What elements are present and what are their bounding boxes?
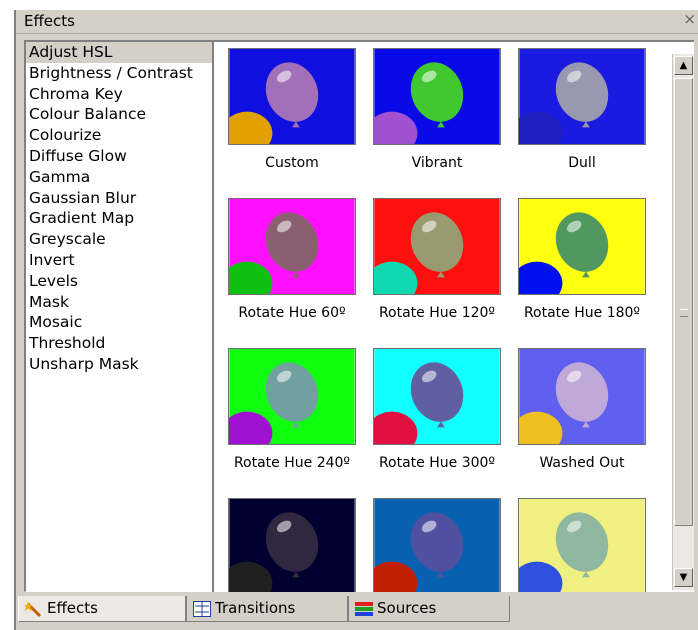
tab-effects-label: Effects <box>47 599 98 617</box>
effect-item[interactable]: Greyscale <box>26 229 213 250</box>
balloon-thumbnail-icon <box>518 48 646 145</box>
effects-list[interactable]: Adjust HSL Brightness / Contrast Chroma Ke… <box>24 40 214 592</box>
effect-item[interactable]: Mosaic <box>26 312 213 333</box>
preset-tile[interactable]: Rotate Hue 180º <box>512 198 652 321</box>
balloon-thumbnail-icon <box>518 198 646 295</box>
effect-item[interactable]: Adjust HSL <box>26 42 213 63</box>
balloon-thumbnail-icon <box>228 498 356 592</box>
preset-label: Vibrant <box>411 155 463 171</box>
balloon-thumbnail-icon <box>518 498 646 592</box>
effect-item[interactable]: Levels <box>26 271 213 292</box>
preset-label: Rotate Hue 120º <box>378 305 496 321</box>
effect-item[interactable]: Gamma <box>26 167 213 188</box>
effects-panel: Effects × Adjust HSL Brightness / Contras… <box>14 10 698 630</box>
effect-item[interactable]: Colour Balance <box>26 104 213 125</box>
balloon-thumbnail-icon <box>518 348 646 445</box>
transitions-icon <box>193 600 211 617</box>
balloon-thumbnail-icon <box>228 348 356 445</box>
balloon-thumbnail-icon <box>373 198 501 295</box>
tab-bar: Effects Transitions Sources <box>16 596 698 630</box>
scroll-down-icon[interactable]: ▼ <box>674 568 693 587</box>
balloon-thumbnail-icon <box>228 48 356 145</box>
effect-item[interactable]: Chroma Key <box>26 84 213 105</box>
preset-tile[interactable]: Dull <box>512 48 652 171</box>
effect-item[interactable]: Gaussian Blur <box>26 188 213 209</box>
preset-tile[interactable]: Washed Out <box>512 348 652 471</box>
preset-label: Dull <box>568 155 596 171</box>
preset-tile[interactable]: Rotate Hue 300º <box>367 348 507 471</box>
tab-transitions[interactable]: Transitions <box>186 596 348 622</box>
title-bar: Effects × <box>16 10 698 34</box>
preset-label: Washed Out <box>539 455 625 471</box>
scroll-up-icon[interactable]: ▲ <box>674 56 693 75</box>
preset-tile[interactable]: Rotate Hue 240º <box>222 348 362 471</box>
preset-tile[interactable] <box>367 498 507 592</box>
preset-tile[interactable]: Vibrant <box>367 48 507 171</box>
preset-label: Rotate Hue 180º <box>523 305 641 321</box>
preset-label: Rotate Hue 240º <box>233 455 351 471</box>
preset-label: Rotate Hue 300º <box>378 455 496 471</box>
preset-tile[interactable] <box>512 498 652 592</box>
effect-item[interactable]: Brightness / Contrast <box>26 63 213 84</box>
scroll-thumb[interactable] <box>674 78 693 526</box>
effect-item[interactable]: Mask <box>26 292 213 313</box>
preset-tile[interactable] <box>222 498 362 592</box>
preset-label: Custom <box>265 155 319 171</box>
tab-effects[interactable]: Effects <box>18 596 186 622</box>
tab-sources-label: Sources <box>377 599 437 617</box>
balloon-thumbnail-icon <box>373 498 501 592</box>
effect-item[interactable]: Gradient Map <box>26 208 213 229</box>
preset-label: Rotate Hue 60º <box>238 305 346 321</box>
balloon-thumbnail-icon <box>228 198 356 295</box>
preset-tile[interactable]: Rotate Hue 120º <box>367 198 507 321</box>
tab-transitions-label: Transitions <box>215 599 296 617</box>
effect-item[interactable]: Invert <box>26 250 213 271</box>
balloon-thumbnail-icon <box>373 48 501 145</box>
sources-icon <box>355 601 373 616</box>
effect-item[interactable]: Unsharp Mask <box>26 354 213 375</box>
grip-icon <box>680 309 688 317</box>
effect-item[interactable]: Diffuse Glow <box>26 146 213 167</box>
effects-wand-icon <box>25 600 42 617</box>
effect-item[interactable]: Colourize <box>26 125 213 146</box>
balloon-thumbnail-icon <box>373 348 501 445</box>
preset-tile[interactable]: Custom <box>222 48 362 171</box>
close-icon[interactable]: × <box>683 10 696 28</box>
preset-grid: Custom Vibrant Dull Rotate Hue 60º Rotate Hu… <box>212 40 694 592</box>
effect-item[interactable]: Threshold <box>26 333 213 354</box>
vertical-scrollbar[interactable]: ▲ ▼ <box>672 54 694 590</box>
tab-sources[interactable]: Sources <box>348 596 510 622</box>
preset-tile[interactable]: Rotate Hue 60º <box>222 198 362 321</box>
panel-title: Effects <box>24 12 75 30</box>
